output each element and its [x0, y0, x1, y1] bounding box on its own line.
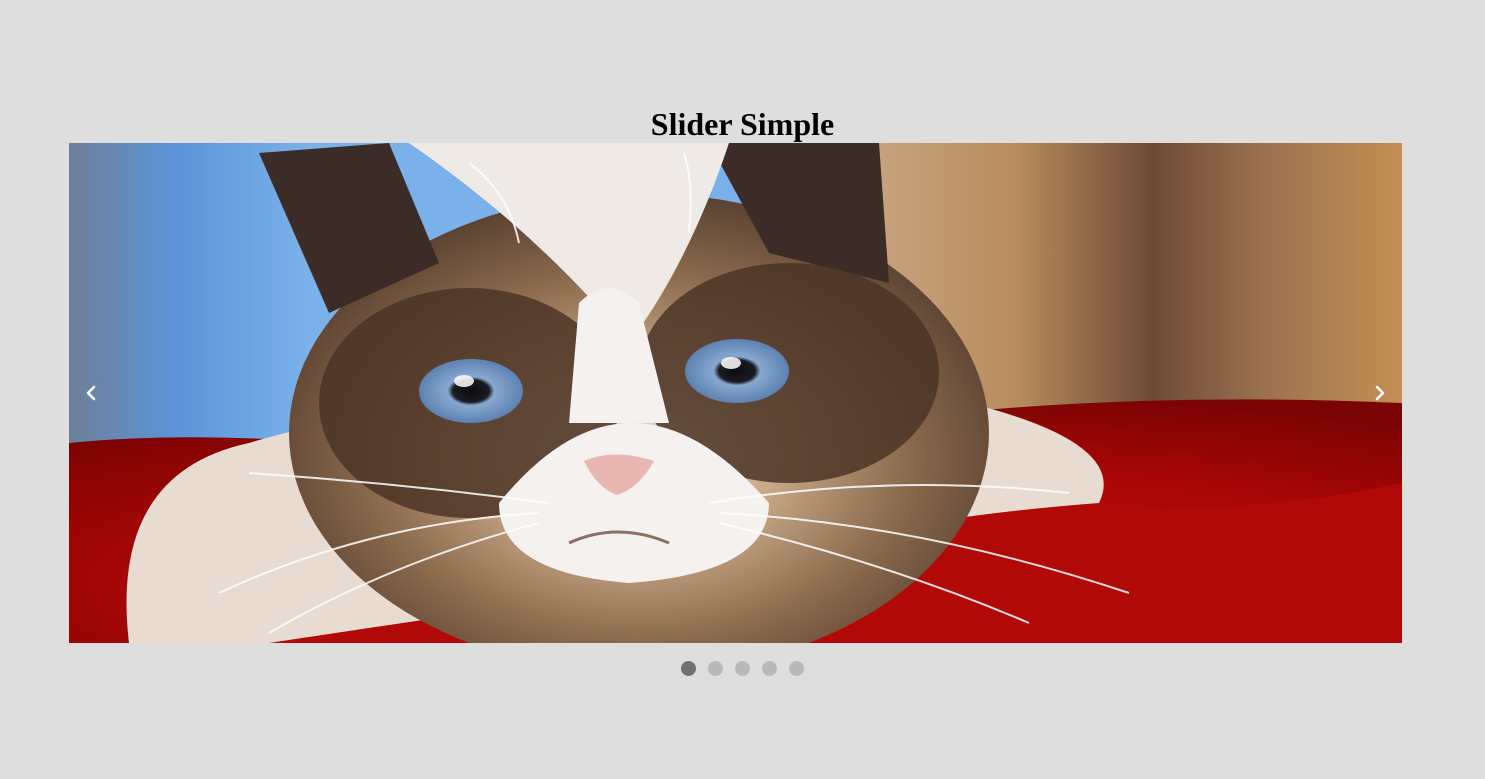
slide-dot-1[interactable] [681, 661, 696, 676]
slide-dot-3[interactable] [735, 661, 750, 676]
chevron-left-icon [86, 385, 96, 401]
previous-slide-button[interactable] [74, 376, 108, 410]
slide-dot-5[interactable] [789, 661, 804, 676]
page: Slider Simple [0, 0, 1485, 779]
slide-dot-2[interactable] [708, 661, 723, 676]
image-slider [69, 143, 1402, 643]
slide-dot-4[interactable] [762, 661, 777, 676]
slide-image [69, 143, 1402, 643]
grumpy-cat-photo [69, 143, 1402, 643]
page-title: Slider Simple [650, 106, 835, 142]
slide-indicators [0, 661, 1485, 676]
next-slide-button[interactable] [1363, 376, 1397, 410]
chevron-right-icon [1375, 385, 1385, 401]
